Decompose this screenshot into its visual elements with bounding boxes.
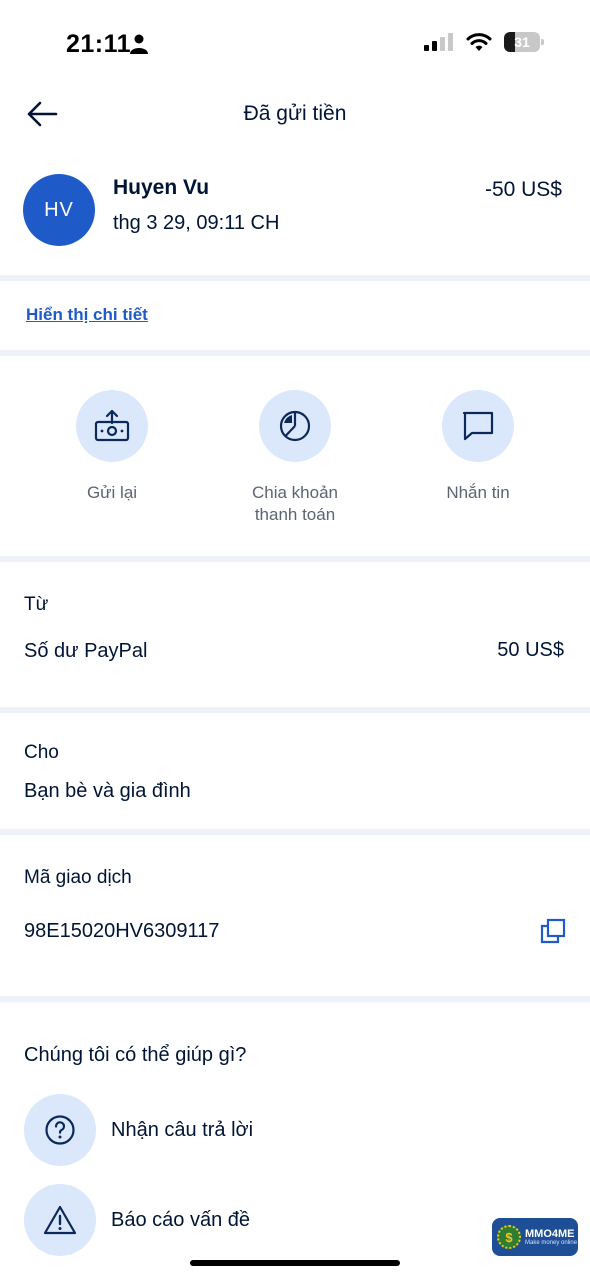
person-icon: [130, 34, 148, 54]
action-label: Chia khoản thanh toán: [251, 483, 338, 524]
payee-name: Huyen Vu: [113, 176, 210, 199]
signal-icon: [424, 33, 453, 51]
action-circle: [259, 390, 331, 462]
to-label: Cho: [24, 742, 59, 763]
warning-icon: [43, 1205, 77, 1235]
action-label: Nhắn tin: [446, 483, 510, 502]
action-label: Gửi lại: [86, 483, 138, 502]
split-payment-icon: [279, 410, 311, 442]
status-time: 21:11: [66, 30, 132, 58]
action-circle: [76, 390, 148, 462]
report-problem-button[interactable]: Báo cáo vấn đề: [24, 1184, 250, 1256]
status-bar: 21:11 31: [0, 0, 590, 88]
watermark-subtitle: Make money online: [525, 1240, 578, 1246]
from-source: Số dư PayPal: [24, 640, 148, 662]
home-indicator: [190, 1260, 400, 1266]
divider: [0, 707, 590, 713]
copy-button[interactable]: [540, 918, 566, 944]
watermark-text: MMO4ME Make money online: [525, 1228, 577, 1246]
divider: [0, 556, 590, 562]
copy-icon: [540, 918, 566, 944]
send-money-icon: [94, 409, 130, 442]
transaction-id-label: Mã giao dịch: [24, 867, 132, 888]
header: Đã gửi tiền: [0, 88, 590, 140]
send-again-button[interactable]: Gửi lại: [32, 390, 192, 504]
help-circle: [24, 1094, 96, 1166]
transaction-summary: HV Huyen Vu thg 3 29, 09:11 CH -50 US$: [0, 170, 590, 270]
report-problem-label: Báo cáo vấn đề: [111, 1208, 250, 1231]
divider: [0, 829, 590, 835]
action-row: Gửi lại Chia khoản thanh toán Nhắn tin: [0, 390, 590, 540]
message-button[interactable]: Nhắn tin: [398, 390, 558, 504]
question-icon: [45, 1115, 75, 1145]
divider: [0, 275, 590, 281]
split-payment-button[interactable]: Chia khoản thanh toán: [215, 390, 375, 526]
help-circle: [24, 1184, 96, 1256]
watermark-logo: $ MMO4ME Make money online: [492, 1218, 578, 1256]
transaction-date: thg 3 29, 09:11 CH: [113, 212, 280, 234]
page-title: Đã gửi tiền: [243, 102, 347, 125]
transaction-id-value: 98E15020HV6309117: [24, 920, 220, 942]
battery-icon: 31: [504, 32, 544, 52]
battery-level: 31: [514, 34, 530, 50]
divider: [0, 996, 590, 1002]
to-value: Bạn bè và gia đình: [24, 780, 191, 802]
avatar: HV: [23, 174, 95, 246]
watermark-title: MMO4ME: [525, 1228, 575, 1240]
action-circle: [442, 390, 514, 462]
coin-icon: $: [497, 1225, 521, 1249]
help-title: Chúng tôi có thể giúp gì?: [24, 1044, 247, 1066]
from-amount: 50 US$: [497, 639, 564, 661]
divider: [0, 350, 590, 356]
message-icon: [462, 411, 494, 441]
get-answers-button[interactable]: Nhận câu trả lời: [24, 1094, 253, 1166]
status-indicators: 31: [424, 32, 544, 52]
wifi-icon: [466, 33, 492, 51]
get-answers-label: Nhận câu trả lời: [111, 1118, 254, 1141]
from-label: Từ: [24, 594, 49, 615]
transaction-amount: -50 US$: [484, 178, 562, 201]
show-details-link[interactable]: Hiển thị chi tiết: [26, 305, 148, 325]
